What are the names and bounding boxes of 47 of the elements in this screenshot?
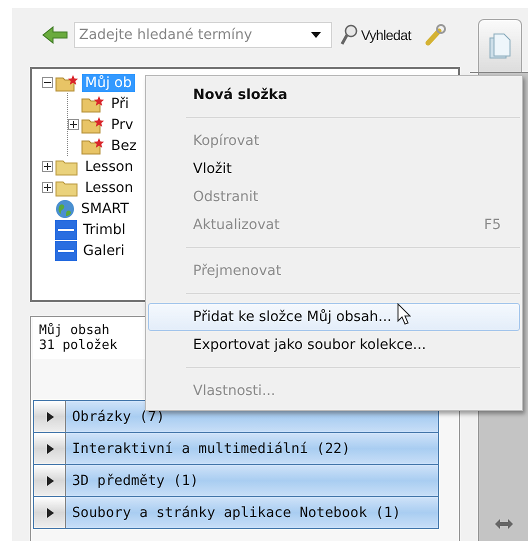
gallery-icon	[55, 220, 77, 240]
expand-icon[interactable]	[68, 119, 79, 130]
tree-item[interactable]: Trimbl	[80, 220, 129, 238]
globe-icon	[55, 198, 75, 218]
menu-item[interactable]: Nová složka	[148, 81, 520, 109]
category-header[interactable]: 3D předměty (1)	[66, 465, 438, 496]
folder-icon	[55, 178, 79, 196]
category-header[interactable]: Soubory a stránky aplikace Notebook (1)	[66, 497, 438, 528]
triangle-icon	[46, 442, 54, 454]
folder-title: Můj obsah	[39, 323, 110, 338]
item-count: 31 položek	[39, 338, 118, 353]
category-header[interactable]: Interaktivní a multimediální (22)	[66, 433, 438, 464]
triangle-icon	[46, 410, 54, 422]
menu-item[interactable]: Exportovat jako soubor kolekce...	[148, 331, 520, 359]
triangle-icon	[46, 506, 54, 518]
expand-button[interactable]	[34, 433, 66, 464]
expand-icon[interactable]	[42, 161, 53, 172]
tree-item[interactable]: Prv	[108, 116, 136, 134]
tree-item[interactable]: SMART	[78, 200, 132, 218]
tree-item[interactable]: Lesson	[82, 158, 136, 176]
tree-item[interactable]: Lesson	[82, 178, 136, 196]
tree-item[interactable]: Při	[108, 94, 132, 112]
shortcut-label: F5	[484, 217, 501, 233]
mouse-cursor-icon	[397, 303, 411, 325]
expand-button[interactable]	[34, 497, 66, 528]
expand-icon[interactable]	[42, 182, 53, 193]
search-field[interactable]: Zadejte hledané termíny	[74, 22, 332, 48]
star-folder-icon	[81, 94, 105, 112]
star-folder-icon	[81, 136, 105, 154]
star-folder-icon	[55, 74, 79, 92]
search-icon	[340, 24, 358, 46]
resize-arrows-icon[interactable]	[494, 519, 512, 529]
back-arrow-icon[interactable]	[42, 26, 68, 44]
tree-item[interactable]: Bez	[108, 136, 140, 154]
expand-button[interactable]	[34, 401, 66, 432]
tree-item[interactable]: Galeri	[80, 242, 128, 260]
gallery-icon	[55, 240, 77, 260]
triangle-icon	[46, 474, 54, 486]
search-button[interactable]: Vyhledat	[338, 24, 413, 46]
document-icon	[488, 32, 512, 60]
menu-item[interactable]: Vložit	[148, 155, 520, 183]
collapse-icon[interactable]	[42, 77, 53, 88]
menu-item[interactable]: Přidat ke složce Můj obsah...	[148, 303, 520, 331]
star-folder-icon	[81, 116, 105, 134]
folder-icon	[55, 158, 79, 176]
dropdown-caret-icon[interactable]	[311, 32, 321, 38]
expand-button[interactable]	[34, 465, 66, 496]
